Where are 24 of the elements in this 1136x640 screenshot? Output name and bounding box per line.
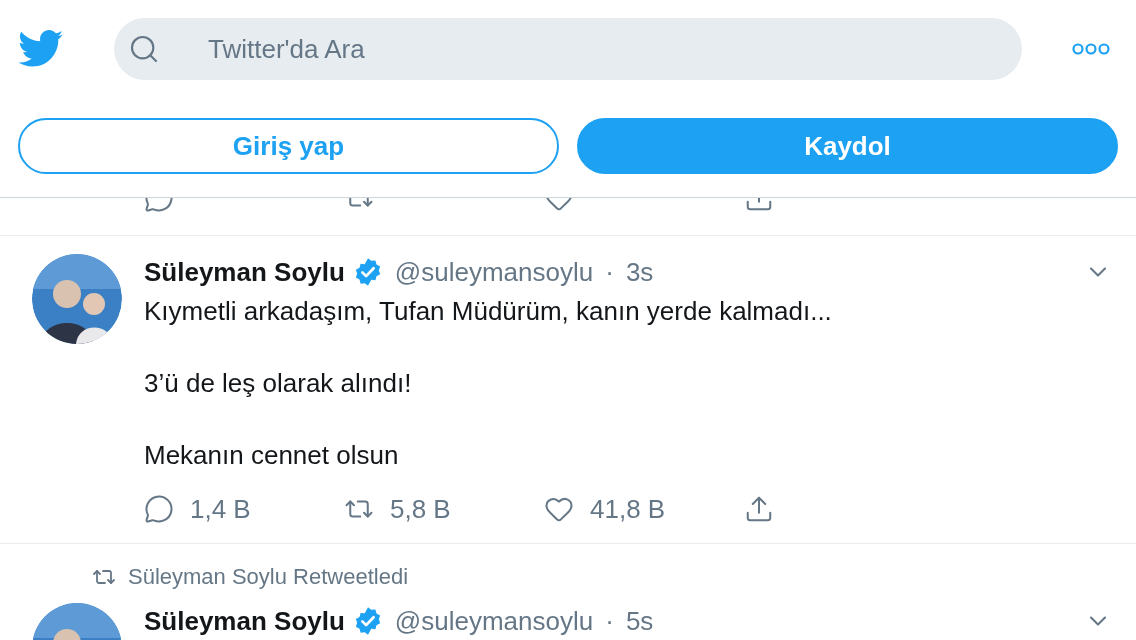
- reply-icon[interactable]: [144, 494, 174, 524]
- retweet-label: Süleyman Soylu Retweetledi: [128, 563, 409, 591]
- separator-dot: ·: [605, 604, 614, 638]
- tweet-time[interactable]: 5s: [625, 601, 654, 640]
- more-icon[interactable]: [1072, 43, 1110, 55]
- author-handle[interactable]: @suleymansoylu: [394, 601, 594, 640]
- bird-logo-icon[interactable]: [18, 30, 64, 68]
- tweet-text: Kıymetli arkadaşım, Tufan Müdürüm, kanın yerde kalmadı...: [144, 295, 833, 328]
- tweet-text: 3’ü de leş olarak alındı!: [144, 367, 413, 400]
- avatar[interactable]: [32, 254, 122, 344]
- search-field[interactable]: Twitter'da Ara: [114, 18, 1022, 80]
- tweet-time[interactable]: 3s: [625, 252, 654, 292]
- author-name[interactable]: Süleyman Soylu: [144, 601, 345, 640]
- author-handle[interactable]: @suleymansoylu: [394, 252, 594, 292]
- author-name[interactable]: Süleyman Soylu: [144, 252, 345, 292]
- search-icon: [128, 33, 160, 65]
- separator-dot: ·: [605, 255, 614, 289]
- reply-count: 1,4 B: [190, 492, 251, 526]
- retweet-count: 5,8 B: [390, 492, 451, 526]
- tweet-text: Mekanın cennet olsun: [144, 439, 400, 472]
- share-icon[interactable]: [744, 494, 774, 524]
- like-count: 41,8 B: [590, 492, 666, 526]
- signup-button[interactable]: Kaydol: [577, 118, 1118, 174]
- login-button[interactable]: Giriş yap: [18, 118, 559, 174]
